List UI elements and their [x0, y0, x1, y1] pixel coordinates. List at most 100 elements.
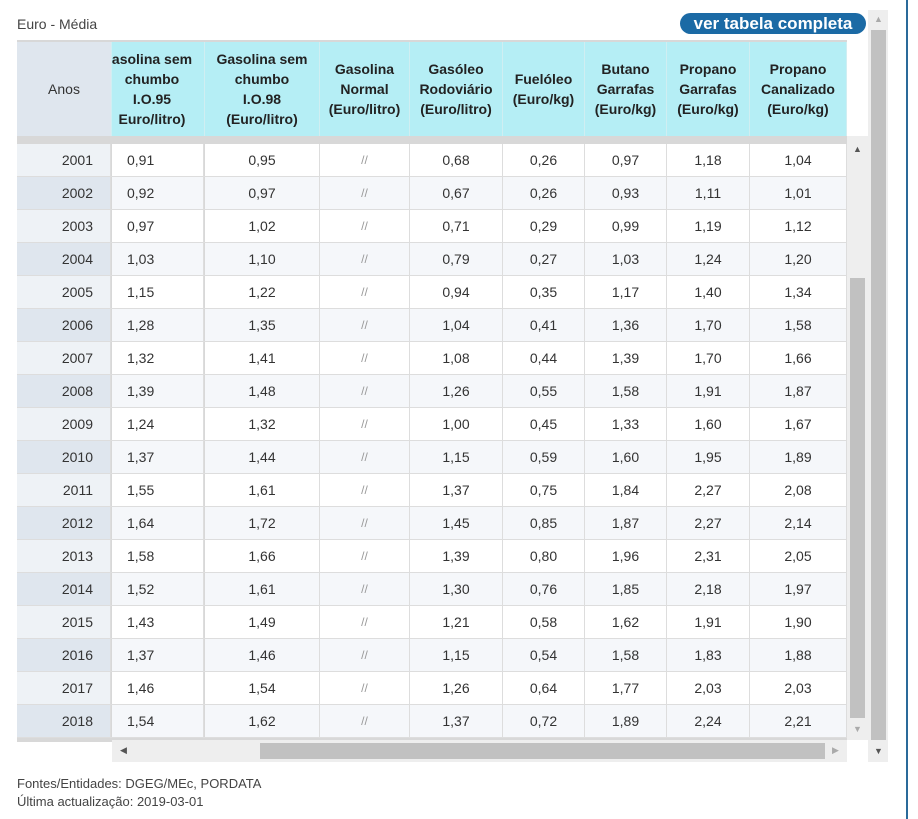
- header-line: Gasolina sem: [216, 51, 308, 67]
- header-line: (Euro/litro): [420, 101, 492, 117]
- scroll-down-icon[interactable]: ▼: [874, 746, 883, 756]
- year-cell: 2012: [17, 507, 111, 539]
- value-cell: //: [320, 144, 410, 176]
- value-cell: 0,58: [503, 606, 585, 638]
- value-cell: 0,26: [503, 144, 585, 176]
- value-cell: 0,55: [503, 375, 585, 407]
- value-cell: 1,66: [205, 540, 320, 572]
- table-horizontal-scrollbar[interactable]: ◀ ▶: [112, 740, 847, 762]
- column-header[interactable]: Butano Garrafas (Euro/kg): [585, 42, 667, 136]
- header-line: Fuelóleo: [514, 71, 573, 87]
- value-cell: 1,87: [585, 507, 667, 539]
- value-cell: 0,27: [503, 243, 585, 275]
- value-cell: 1,32: [112, 342, 204, 374]
- year-cell: 2007: [17, 342, 111, 374]
- header-line: Garrafas: [596, 81, 655, 97]
- value-cell: 1,97: [750, 573, 847, 605]
- value-cell: 0,91: [112, 144, 204, 176]
- value-cell: 0,71: [410, 210, 503, 242]
- scroll-left-icon[interactable]: ◀: [120, 745, 127, 756]
- value-cell: 1,96: [585, 540, 667, 572]
- value-cell: 0,75: [503, 474, 585, 506]
- value-cell: 1,01: [750, 177, 847, 209]
- column-header[interactable]: Gasolina sem chumbo I.O.98 (Euro/litro): [205, 42, 320, 136]
- header-line: Propano: [769, 61, 827, 77]
- table-title: Euro - Média: [17, 16, 98, 32]
- value-cell: 0,54: [503, 639, 585, 671]
- year-cell: 2010: [17, 441, 111, 473]
- value-cell: //: [320, 540, 410, 572]
- header-line: Gasolina: [334, 61, 395, 77]
- value-cell: 1,11: [667, 177, 750, 209]
- value-cell: //: [320, 375, 410, 407]
- value-cell: 2,18: [667, 573, 750, 605]
- table-header: Anos asolina sem chumbo I.O.95 Euro/litro) Ga…: [17, 42, 847, 136]
- column-header[interactable]: Gasolina Normal (Euro/litro): [320, 42, 410, 136]
- column-header[interactable]: asolina sem chumbo I.O.95 Euro/litro): [112, 42, 205, 136]
- value-cell: 1,35: [205, 309, 320, 341]
- value-cell: 1,64: [112, 507, 204, 539]
- table-row: 2010 1,37 1,44//1,15 0,59 1,60 1,95 1,89: [17, 441, 847, 474]
- value-cell: 1,48: [205, 375, 320, 407]
- value-cell: 1,91: [667, 606, 750, 638]
- value-cell: 1,33: [585, 408, 667, 440]
- scrollbar-thumb[interactable]: [260, 743, 825, 759]
- value-cell: 1,34: [750, 276, 847, 308]
- value-cell: 0,85: [503, 507, 585, 539]
- value-cell: 0,97: [112, 210, 204, 242]
- year-cell: 2002: [17, 177, 111, 209]
- value-cell: 1,30: [410, 573, 503, 605]
- full-table-button[interactable]: ver tabela completa: [680, 13, 866, 34]
- column-header[interactable]: Anos: [17, 42, 112, 136]
- scroll-right-icon[interactable]: ▶: [832, 745, 839, 756]
- header-line: Garrafas: [679, 81, 737, 97]
- page-vertical-scrollbar[interactable]: ▲ ▼: [868, 10, 888, 762]
- last-update-text: Última actualização: 2019-03-01: [17, 794, 204, 809]
- scroll-up-icon[interactable]: ▲: [874, 14, 883, 24]
- value-cell: 1,85: [585, 573, 667, 605]
- column-header[interactable]: Propano Garrafas (Euro/kg): [667, 42, 750, 136]
- header-line: chumbo: [124, 71, 180, 87]
- value-cell: 0,35: [503, 276, 585, 308]
- value-cell: 1,21: [410, 606, 503, 638]
- value-cell: 1,04: [410, 309, 503, 341]
- value-cell: 1,39: [585, 342, 667, 374]
- value-cell: 1,02: [205, 210, 320, 242]
- value-cell: 1,15: [410, 441, 503, 473]
- scrollbar-thumb[interactable]: [850, 278, 865, 718]
- value-cell: 1,37: [112, 639, 204, 671]
- year-cell: 2013: [17, 540, 111, 572]
- value-cell: //: [320, 672, 410, 704]
- value-cell: 2,14: [750, 507, 847, 539]
- table-row: 2011 1,55 1,61//1,37 0,75 1,84 2,27 2,08: [17, 474, 847, 507]
- value-cell: 2,21: [750, 705, 847, 737]
- table-vertical-scrollbar[interactable]: ▲ ▼: [847, 136, 868, 740]
- header-line: Propano: [679, 61, 737, 77]
- year-cell: 2017: [17, 672, 111, 704]
- header-line: asolina sem: [112, 51, 193, 67]
- year-cell: 2008: [17, 375, 111, 407]
- value-cell: 1,70: [667, 309, 750, 341]
- value-cell: 1,18: [667, 144, 750, 176]
- value-cell: 1,61: [205, 474, 320, 506]
- header-line: Gasóleo: [428, 61, 484, 77]
- scroll-down-icon[interactable]: ▼: [853, 724, 862, 734]
- year-cell: 2003: [17, 210, 111, 242]
- value-cell: 1,37: [112, 441, 204, 473]
- value-cell: 1,24: [667, 243, 750, 275]
- table-row: 2001 0,91 0,95//0,68 0,26 0,97 1,18 1,04: [17, 144, 847, 177]
- scrollbar-thumb[interactable]: [871, 30, 886, 740]
- column-header[interactable]: Fuelóleo (Euro/kg): [503, 42, 585, 136]
- column-header[interactable]: Propano Canalizado (Euro/kg): [750, 42, 847, 136]
- column-header[interactable]: Gasóleo Rodoviário (Euro/litro): [410, 42, 503, 136]
- value-cell: 0,76: [503, 573, 585, 605]
- scroll-up-icon[interactable]: ▲: [853, 144, 862, 154]
- value-cell: 1,89: [585, 705, 667, 737]
- year-cell: 2004: [17, 243, 111, 275]
- value-cell: 1,37: [410, 474, 503, 506]
- value-cell: 0,59: [503, 441, 585, 473]
- value-cell: 0,97: [205, 177, 320, 209]
- table-row: 2008 1,39 1,48//1,26 0,55 1,58 1,91 1,87: [17, 375, 847, 408]
- value-cell: 1,04: [750, 144, 847, 176]
- value-cell: 0,41: [503, 309, 585, 341]
